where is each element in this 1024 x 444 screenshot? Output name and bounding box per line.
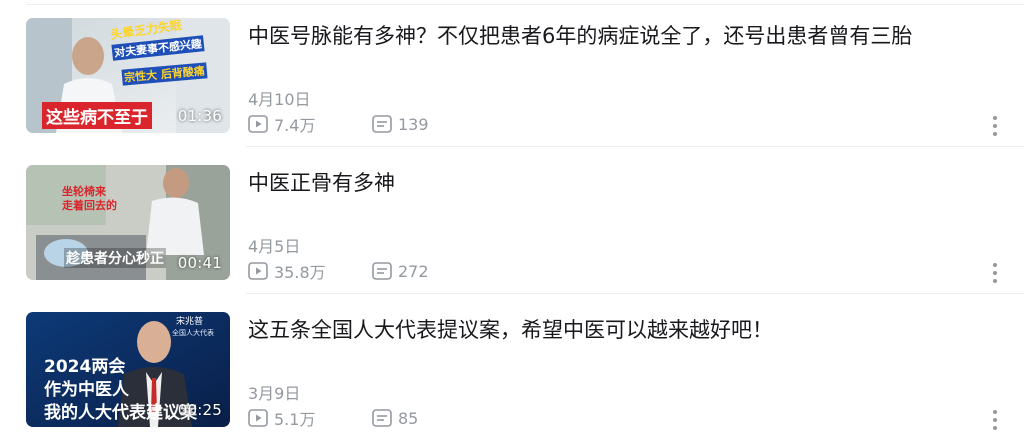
video-title[interactable]: 中医号脉能有多神？不仅把患者6年的病症说全了，还号出患者曾有三胎 xyxy=(248,22,988,50)
more-dots-icon[interactable] xyxy=(986,408,1004,432)
comment-count: 85 xyxy=(372,409,418,428)
comment-icon xyxy=(372,115,392,133)
video-stats: 7.4万 139 xyxy=(248,112,429,136)
video-list-item[interactable]: 坐轮椅来 走着回去的 趁患者分心秒正 00:41 中医正骨有多神 4月5日 35… xyxy=(0,147,1024,294)
thumbnail-caption: 作为中医人 xyxy=(44,380,129,400)
comment-count-text: 85 xyxy=(398,408,419,428)
thumbnail-caption: 走着回去的 xyxy=(62,199,117,212)
view-count-text: 35.8万 xyxy=(274,263,326,282)
video-duration: 00:25 xyxy=(177,401,222,419)
view-count-text: 5.1万 xyxy=(274,410,316,429)
video-thumbnail[interactable]: 宋兆普 全国人大代表 2024两会 作为中医人 我的人大代表建议案 00:25 xyxy=(26,312,230,427)
thumbnail-caption: 趁患者分心秒正 xyxy=(64,248,166,268)
video-list-item[interactable]: 头晕乏力失眠 对夫妻事不感兴趣 宗性大 后背酸痛 这些病不至于 01:36 中医… xyxy=(0,0,1024,147)
view-count: 5.1万 xyxy=(248,406,372,430)
video-title[interactable]: 这五条全国人大代表提议案，希望中医可以越来越好吧！ xyxy=(248,316,988,344)
comment-count: 139 xyxy=(372,115,429,134)
view-count: 35.8万 xyxy=(248,259,372,283)
view-count: 7.4万 xyxy=(248,112,372,136)
video-list-item[interactable]: 宋兆普 全国人大代表 2024两会 作为中医人 我的人大代表建议案 00:25 … xyxy=(0,294,1024,441)
play-icon xyxy=(248,115,268,133)
video-stats: 5.1万 85 xyxy=(248,406,418,430)
video-date: 4月10日 xyxy=(248,90,311,109)
play-icon xyxy=(248,262,268,280)
video-stats: 35.8万 272 xyxy=(248,259,429,283)
comment-icon xyxy=(372,409,392,427)
comment-count-text: 139 xyxy=(398,114,429,134)
video-list: 头晕乏力失眠 对夫妻事不感兴趣 宗性大 后背酸痛 这些病不至于 01:36 中医… xyxy=(0,0,1024,444)
video-date: 4月5日 xyxy=(248,237,301,256)
thumbnail-caption: 2024两会 xyxy=(44,357,126,377)
thumbnail-caption: 这些病不至于 xyxy=(42,102,152,129)
more-dots-icon[interactable] xyxy=(986,114,1004,138)
comment-count: 272 xyxy=(372,262,429,281)
video-date: 3月9日 xyxy=(248,384,301,403)
more-dots-icon[interactable] xyxy=(986,261,1004,285)
thumbnail-caption: 全国人大代表 xyxy=(172,329,214,337)
comment-icon xyxy=(372,262,392,280)
video-duration: 01:36 xyxy=(177,107,222,125)
thumbnail-caption: 宋兆普 xyxy=(176,317,204,327)
thumbnail-caption: 我的人大代表建议案 xyxy=(44,403,197,423)
view-count-text: 7.4万 xyxy=(274,116,316,135)
comment-count-text: 272 xyxy=(398,261,429,281)
video-title[interactable]: 中医正骨有多神 xyxy=(248,169,988,197)
video-thumbnail[interactable]: 坐轮椅来 走着回去的 趁患者分心秒正 00:41 xyxy=(26,165,230,280)
video-thumbnail[interactable]: 头晕乏力失眠 对夫妻事不感兴趣 宗性大 后背酸痛 这些病不至于 01:36 xyxy=(26,18,230,133)
video-duration: 00:41 xyxy=(177,254,222,272)
play-icon xyxy=(248,409,268,427)
